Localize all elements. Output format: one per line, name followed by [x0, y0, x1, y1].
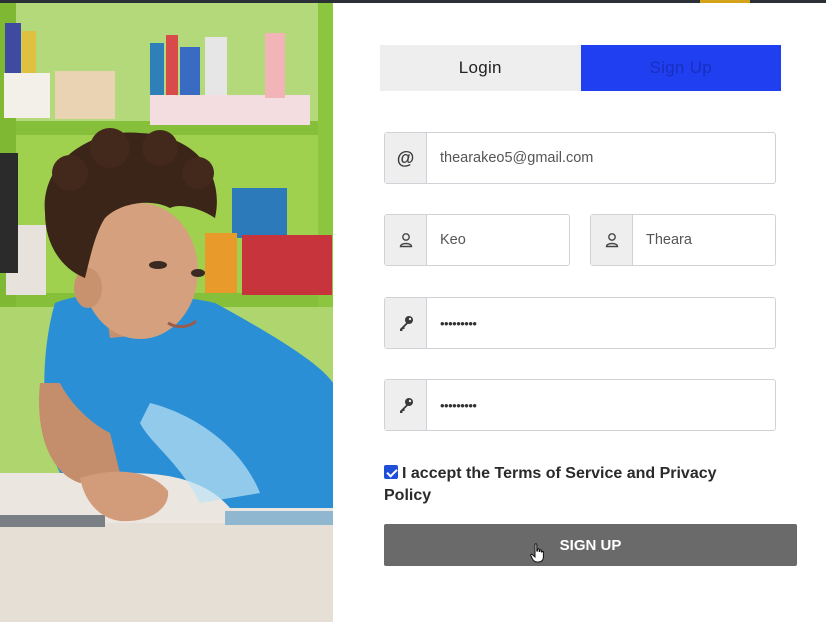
email-input[interactable]: thearakeo5@gmail.com: [427, 133, 775, 183]
key-icon: [399, 398, 413, 413]
password-input[interactable]: •••••••••: [427, 298, 775, 348]
confirm-password-addon: [385, 380, 427, 430]
user-icon: [399, 233, 412, 248]
key-icon: [399, 316, 413, 331]
terms-row: I accept the Terms of Service and Privac…: [384, 463, 764, 507]
last-name-input[interactable]: Keo: [427, 215, 569, 265]
at-sign-icon: @: [396, 147, 415, 168]
first-name-field[interactable]: Theara: [590, 214, 776, 266]
auth-tabs: Login Sign Up: [380, 45, 781, 91]
signup-button[interactable]: SIGN UP: [384, 524, 797, 566]
confirm-password-field[interactable]: •••••••••: [384, 379, 776, 431]
last-name-addon: [385, 215, 427, 265]
hero-photo: [0, 3, 333, 622]
mouse-pointer-icon: [530, 543, 544, 563]
email-field[interactable]: @ thearakeo5@gmail.com: [384, 132, 776, 184]
terms-label: I accept the Terms of Service and Privac…: [384, 465, 717, 504]
tab-login[interactable]: Login: [380, 45, 581, 91]
signup-form-panel: Login Sign Up @ thearakeo5@gmail.com Keo…: [333, 3, 826, 622]
terms-checkbox[interactable]: [384, 465, 398, 479]
password-field[interactable]: •••••••••: [384, 297, 776, 349]
first-name-addon: [591, 215, 633, 265]
confirm-password-input[interactable]: •••••••••: [427, 380, 775, 430]
first-name-input[interactable]: Theara: [633, 215, 775, 265]
password-addon: [385, 298, 427, 348]
email-addon: @: [385, 133, 427, 183]
tab-signup[interactable]: Sign Up: [580, 45, 781, 91]
last-name-field[interactable]: Keo: [384, 214, 570, 266]
user-icon: [605, 233, 618, 248]
